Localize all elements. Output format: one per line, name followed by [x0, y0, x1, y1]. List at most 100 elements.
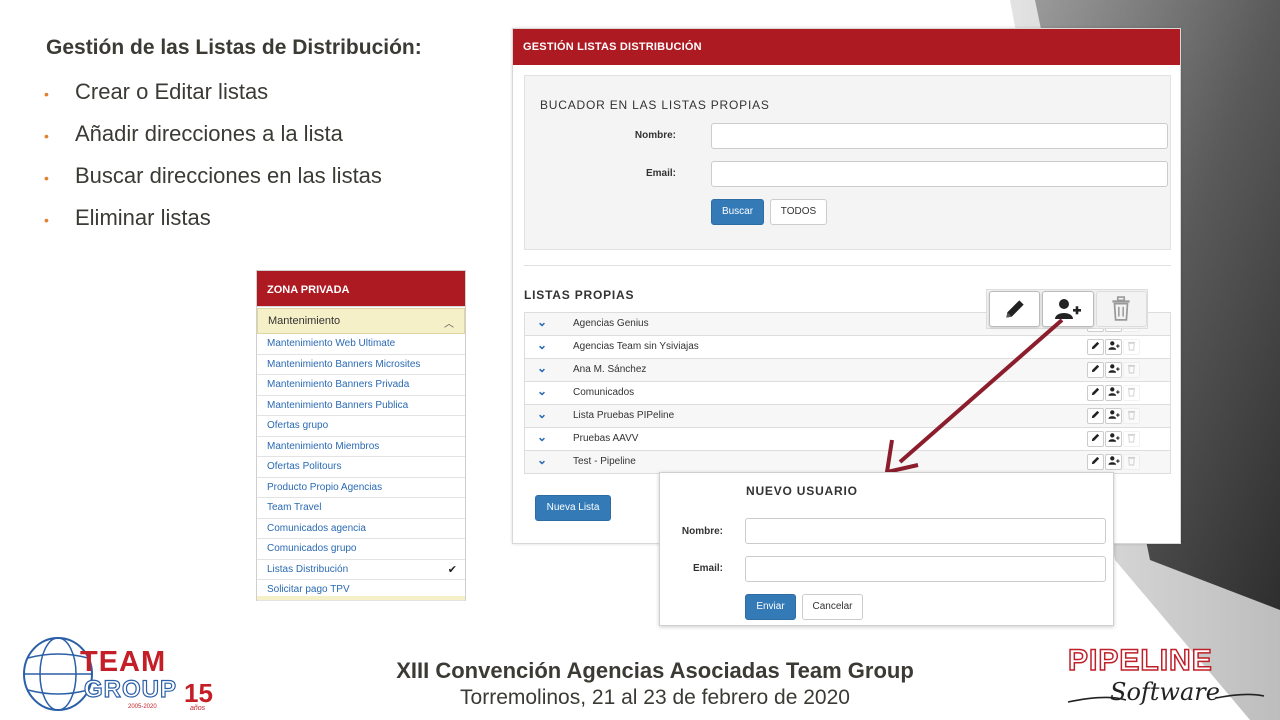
row-actions [1087, 408, 1140, 424]
sidebar-item[interactable]: Mantenimiento Banners Publica [257, 396, 465, 416]
bullet-item: • Añadir direcciones a la lista [44, 120, 382, 162]
menu-items: Mantenimiento Web Ultimate Mantenimiento … [257, 334, 465, 601]
logo-years: 2005-2020 [128, 704, 157, 710]
pencil-icon [1005, 300, 1024, 318]
divider [524, 265, 1171, 266]
delete-list-button[interactable] [1123, 362, 1140, 378]
footer-title: XIII Convención Agencias Asociadas Team … [396, 658, 914, 683]
chevron-down-icon[interactable]: ⌄ [537, 430, 547, 444]
private-zone-menu: ZONA PRIVADA Mantenimiento ︿ Mantenimien… [256, 270, 466, 601]
trash-icon [1127, 430, 1136, 448]
search-form: BUCADOR EN LAS LISTAS PROPIAS Nombre: Em… [524, 75, 1171, 250]
add-user-button[interactable] [1105, 431, 1122, 447]
logo-pipeline-name: PIPELINE [1067, 643, 1213, 678]
pencil-icon [1090, 407, 1101, 425]
search-name-input[interactable] [711, 123, 1168, 149]
edit-list-button[interactable] [1087, 362, 1104, 378]
logo-anos: años [190, 705, 206, 712]
delete-list-button[interactable] [1095, 291, 1147, 327]
cancel-button[interactable]: Cancelar [802, 594, 863, 620]
edit-list-button[interactable] [1087, 385, 1104, 401]
delete-list-button[interactable] [1123, 385, 1140, 401]
edit-list-button[interactable] [1087, 431, 1104, 447]
search-email-input[interactable] [711, 161, 1168, 187]
list-name: Agencias Team sin Ysiviajas [573, 341, 699, 352]
pencil-icon [1090, 453, 1101, 471]
list-name: Pruebas AAVV [573, 433, 639, 444]
all-button[interactable]: TODOS [770, 199, 827, 225]
list-name: Ana M. Sánchez [573, 364, 647, 375]
list-row: ⌄ Pruebas AAVV [524, 428, 1171, 451]
edit-list-button[interactable] [989, 291, 1041, 327]
sidebar-item[interactable]: Producto Propio Agencias [257, 478, 465, 498]
list-row: ⌄ Ana M. Sánchez [524, 359, 1171, 382]
user-email-label: Email: [692, 563, 723, 574]
row-actions [1087, 431, 1140, 447]
sidebar-item[interactable]: Comunicados grupo [257, 539, 465, 560]
sidebar-item[interactable]: Mantenimiento Banners Privada [257, 375, 465, 396]
add-user-icon [1054, 299, 1081, 319]
trash-icon [1127, 453, 1136, 471]
pipeline-logo: PIPELINE Software [1062, 640, 1272, 720]
search-title: BUCADOR EN LAS LISTAS PROPIAS [540, 98, 770, 112]
bullet-list: • Crear o Editar listas • Añadir direccion… [44, 78, 382, 246]
chevron-down-icon[interactable]: ⌄ [537, 315, 547, 329]
chevron-down-icon[interactable]: ⌄ [537, 453, 547, 467]
user-name-input[interactable] [745, 518, 1106, 544]
delete-list-button[interactable] [1123, 408, 1140, 424]
email-label: Email: [645, 168, 676, 179]
name-label: Nombre: [634, 130, 676, 141]
bullet-item: • Buscar direcciones en las listas [44, 162, 382, 204]
trash-icon [1127, 384, 1136, 402]
sidebar-item[interactable]: Mantenimiento Banners Microsites [257, 355, 465, 375]
swoosh-icon [1067, 693, 1265, 703]
add-user-button[interactable] [1105, 454, 1122, 470]
sidebar-item[interactable]: Ofertas grupo [257, 416, 465, 437]
add-user-icon [1107, 361, 1120, 379]
list-name: Agencias Genius [573, 318, 649, 329]
sidebar-item[interactable]: Team Travel [257, 498, 465, 519]
chevron-down-icon[interactable]: ⌄ [537, 361, 547, 375]
add-user-icon [1107, 430, 1120, 448]
edit-list-button[interactable] [1087, 408, 1104, 424]
chevron-down-icon[interactable]: ⌄ [537, 407, 547, 421]
panel-header: GESTIÓN LISTAS DISTRIBUCIÓN [513, 29, 1180, 65]
checkmark-icon: ✔ [447, 563, 457, 576]
add-user-button[interactable] [1105, 339, 1122, 355]
add-user-icon [1107, 384, 1120, 402]
bullet-item: • Crear o Editar listas [44, 78, 382, 120]
add-user-button[interactable] [1105, 385, 1122, 401]
delete-list-button[interactable] [1123, 454, 1140, 470]
footer-subtitle: Torremolinos, 21 al 23 de febrero de 202… [460, 686, 850, 709]
sidebar-item[interactable]: Mantenimiento Miembros [257, 437, 465, 457]
chevron-down-icon[interactable]: ⌄ [537, 338, 547, 352]
sidebar-item[interactable]: Mantenimiento Web Ultimate [257, 334, 465, 355]
logo-word-group: GROUP [83, 675, 178, 703]
sidebar-item[interactable]: Comunicados agencia [257, 519, 465, 539]
user-name-label: Nombre: [681, 526, 723, 537]
edit-list-button[interactable] [1087, 339, 1104, 355]
edit-list-button[interactable] [1087, 454, 1104, 470]
trash-icon [1127, 361, 1136, 379]
user-email-input[interactable] [745, 556, 1106, 582]
pencil-icon [1090, 361, 1101, 379]
trash-icon [1127, 338, 1136, 356]
pencil-icon [1090, 338, 1101, 356]
send-button[interactable]: Enviar [745, 594, 796, 620]
add-user-icon [1107, 338, 1120, 356]
bullet-dot-icon: • [44, 128, 49, 144]
menu-section-maintenance[interactable]: Mantenimiento ︿ [257, 308, 465, 334]
delete-list-button[interactable] [1123, 339, 1140, 355]
menu-footer-bar [257, 596, 465, 600]
delete-list-button[interactable] [1123, 431, 1140, 447]
chevron-up-icon: ︿ [444, 319, 454, 330]
sidebar-item[interactable]: Ofertas Politours [257, 457, 465, 478]
chevron-down-icon[interactable]: ⌄ [537, 384, 547, 398]
add-user-button[interactable] [1105, 408, 1122, 424]
new-list-button[interactable]: Nueva Lista [535, 495, 611, 521]
search-button[interactable]: Buscar [711, 199, 764, 225]
add-user-list-button[interactable] [1042, 291, 1094, 327]
lists-table: ⌄ Agencias Genius ⌄ Agencias Team sin Ysivi… [524, 312, 1171, 474]
sidebar-item[interactable]: Listas Distribución ✔ [257, 560, 465, 580]
add-user-button[interactable] [1105, 362, 1122, 378]
